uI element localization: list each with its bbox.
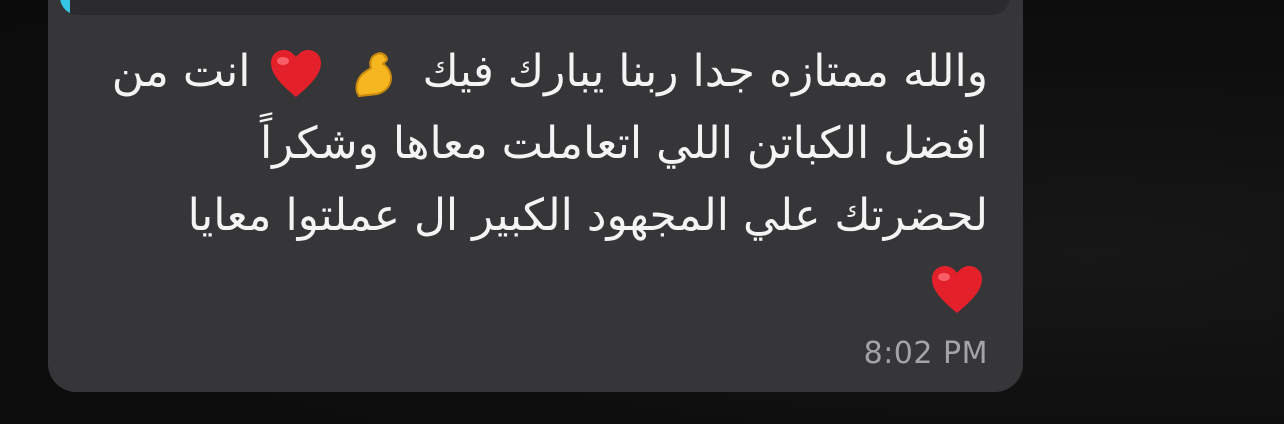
message-line-2: افضل الكباتن اللي اتعاملت معاها وشكراً bbox=[259, 118, 988, 169]
message-line-1-tail: انت من bbox=[111, 46, 251, 97]
message-line-1: والله ممتازه جدا ربنا يبارك فيك انت من bbox=[58, 36, 988, 108]
quoted-reply-preview[interactable] bbox=[60, 0, 1010, 15]
red-heart-icon bbox=[269, 49, 323, 99]
message-line-1-text: والله ممتازه جدا ربنا يبارك فيك bbox=[422, 46, 989, 97]
flexed-biceps-icon bbox=[347, 46, 403, 102]
message-timestamp: 8:02 PM bbox=[863, 336, 988, 371]
quoted-reply-accent-bar bbox=[60, 0, 70, 15]
message-line-4 bbox=[58, 252, 988, 324]
message-line-3: لحضرتك علي المجهود الكبير ال عملتوا معاي… bbox=[187, 190, 988, 241]
message-text: والله ممتازه جدا ربنا يبارك فيك انت من ا… bbox=[58, 36, 988, 324]
red-heart-icon bbox=[930, 265, 984, 315]
